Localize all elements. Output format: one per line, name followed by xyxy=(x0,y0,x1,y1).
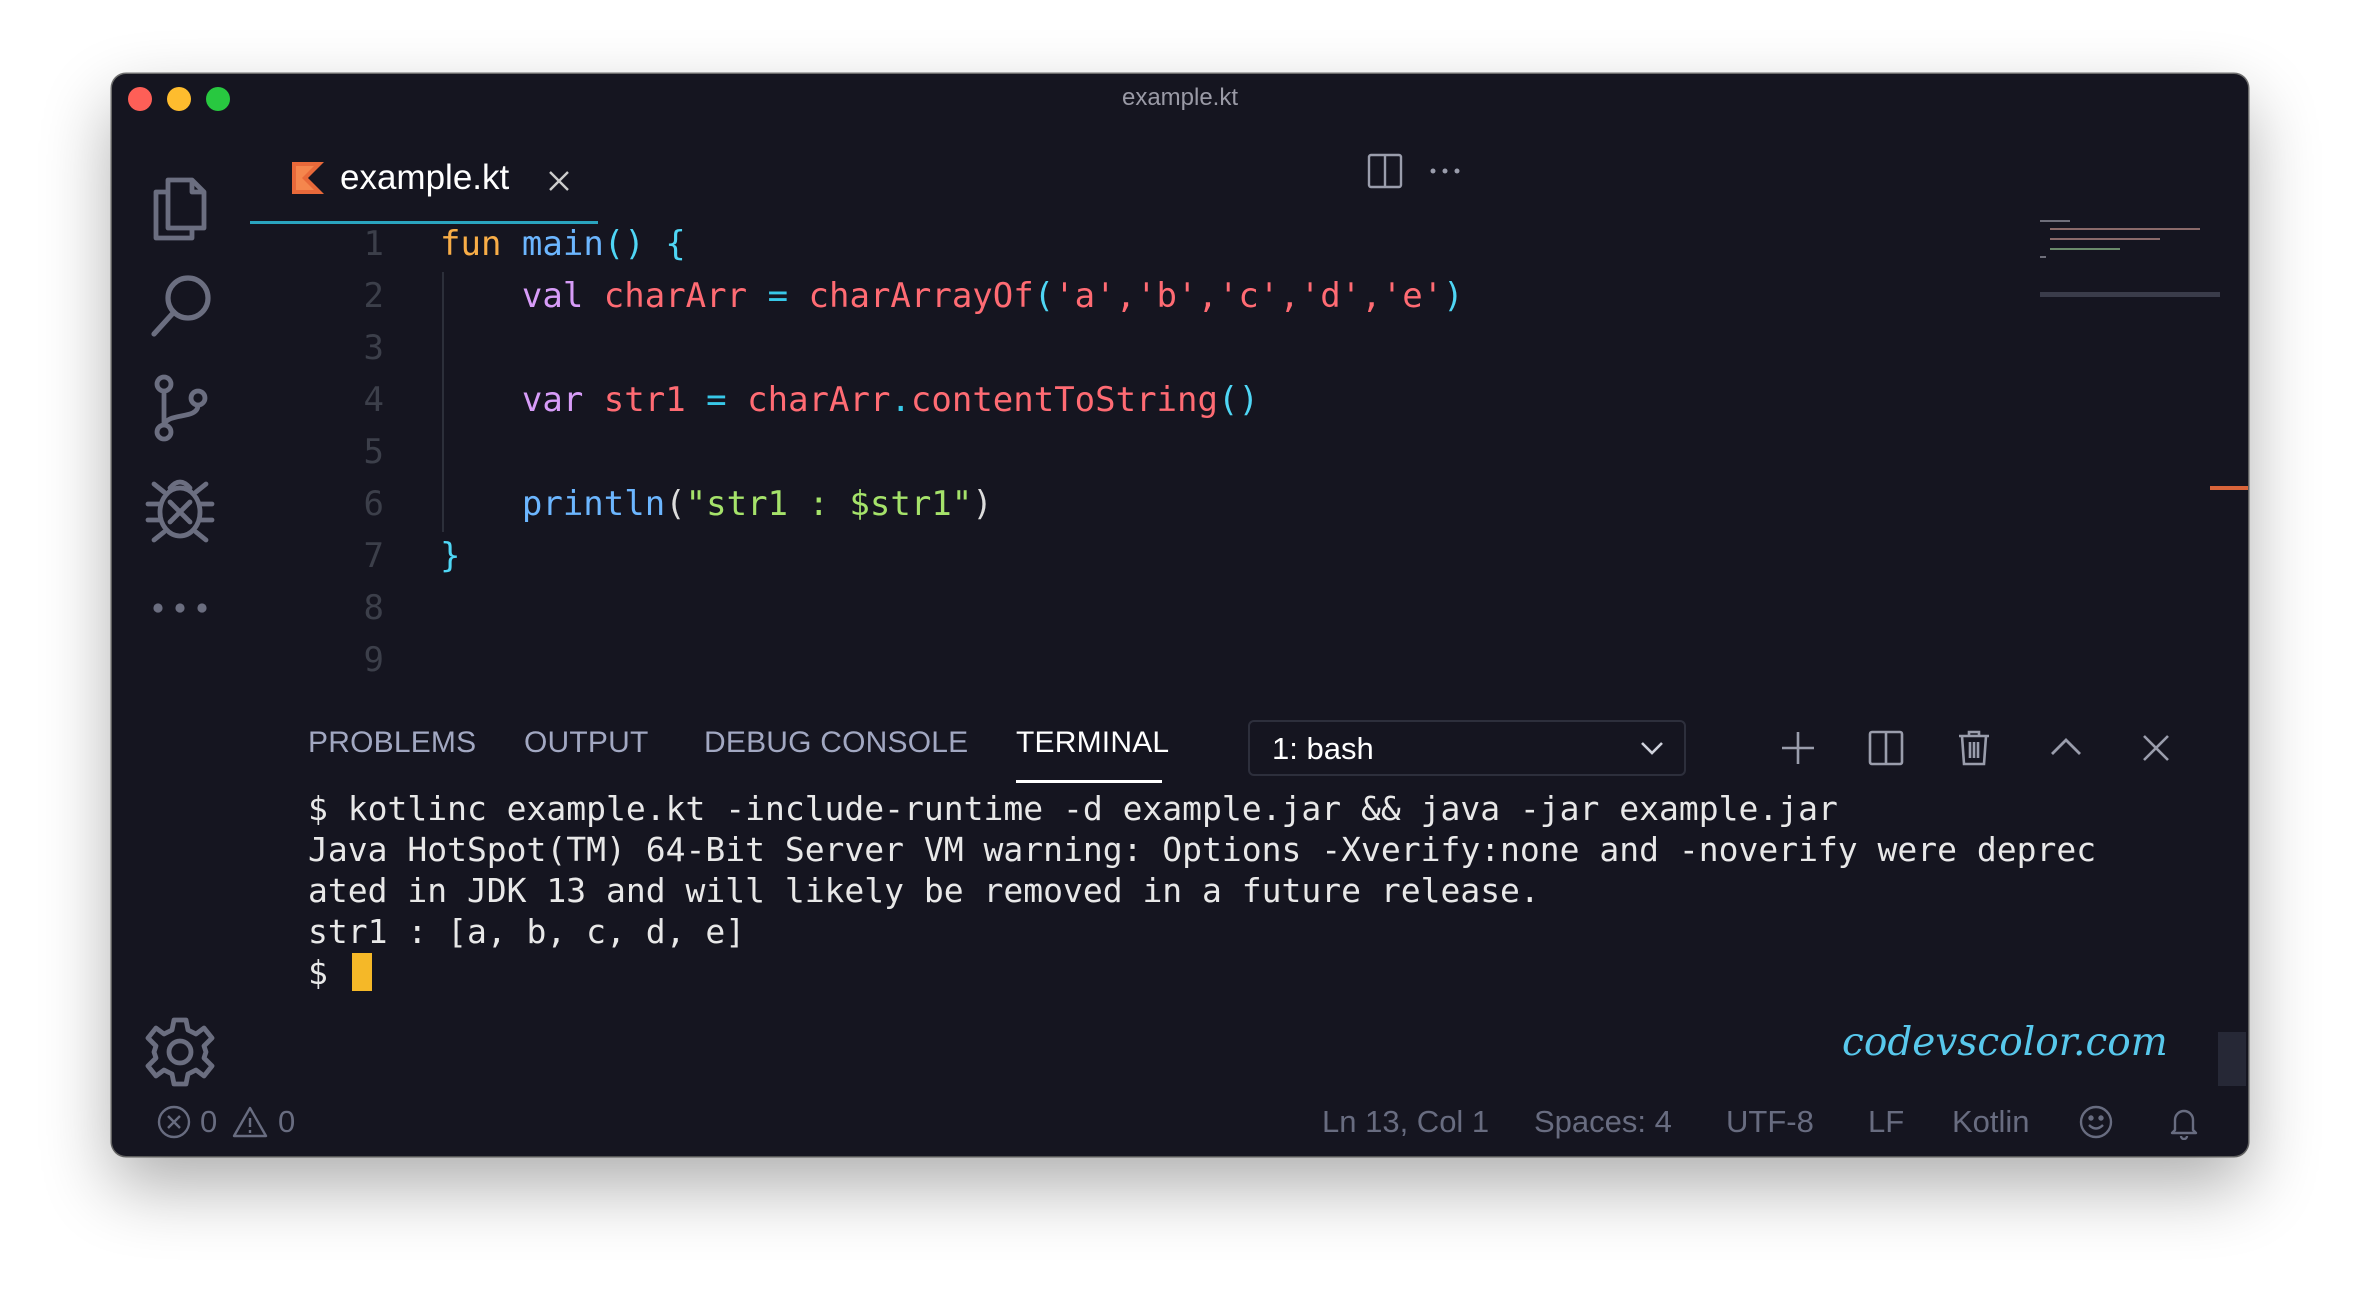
line-number: 9 xyxy=(363,640,384,680)
line-number: 6 xyxy=(363,484,384,524)
close-icon[interactable] xyxy=(544,166,574,196)
vscode-window: example.kt example.kt 1 2 3 4 5 6 7 8 9 … xyxy=(112,74,2248,1156)
line-number: 4 xyxy=(363,380,384,420)
split-terminal-icon[interactable] xyxy=(1862,724,1910,772)
terminal-cursor xyxy=(351,953,372,991)
search-icon[interactable] xyxy=(140,268,220,348)
token-receiver: charArr xyxy=(747,380,891,420)
minimap[interactable] xyxy=(2040,216,2220,276)
line-number: 8 xyxy=(363,588,384,628)
split-editor-icon[interactable] xyxy=(1362,148,1408,194)
token-parens: () xyxy=(1217,380,1259,420)
encoding[interactable]: UTF-8 xyxy=(1726,1104,1814,1140)
terminal-line: Java HotSpot(TM) 64-Bit Server VM warnin… xyxy=(308,830,2097,869)
tab-problems[interactable]: PROBLEMS xyxy=(308,726,476,760)
code-line-4: var str1 = charArr.contentToString() xyxy=(440,374,1464,426)
token-variable: charArr xyxy=(603,276,748,316)
terminal-select[interactable]: 1: bash xyxy=(1248,720,1686,776)
indentation[interactable]: Spaces: 4 xyxy=(1534,1104,1672,1140)
token-function: charArrayOf xyxy=(808,276,1034,316)
code-line-7: } xyxy=(440,530,1464,582)
terminal-scrollbar[interactable] xyxy=(2218,1032,2246,1086)
title-bar: example.kt xyxy=(112,74,2248,124)
tab-terminal[interactable]: TERMINAL xyxy=(1016,726,1169,760)
tab-debug-console[interactable]: DEBUG CONSOLE xyxy=(704,726,968,760)
activity-bar xyxy=(112,124,248,1156)
explorer-icon[interactable] xyxy=(140,168,220,248)
maximize-panel-icon[interactable] xyxy=(2042,724,2090,772)
kill-terminal-icon[interactable] xyxy=(1950,724,1998,772)
token-function: main xyxy=(521,224,604,264)
more-actions-icon[interactable] xyxy=(1422,148,1468,194)
minimap-slider[interactable] xyxy=(2040,292,2220,297)
token-function: println xyxy=(521,484,666,524)
line-number: 1 xyxy=(363,224,384,264)
token-string: "str1 : $str1" xyxy=(685,484,973,524)
code-line-6: println("str1 : $str1") xyxy=(440,478,1464,530)
line-number: 5 xyxy=(363,432,384,472)
terminal-line: str1 : [a, b, c, d, e] xyxy=(308,912,746,951)
terminal-output[interactable]: $ kotlinc example.kt -include-runtime -d… xyxy=(308,788,2188,993)
token-args: 'a','b','c','d','e' xyxy=(1054,276,1444,316)
more-icon[interactable] xyxy=(140,568,220,648)
code-line-1: fun main() { xyxy=(440,218,1464,270)
new-terminal-icon[interactable] xyxy=(1774,724,1822,772)
token-paren: ) xyxy=(1443,276,1464,316)
watermark: codevscolor.com xyxy=(1842,1020,2168,1065)
token-paren: ( xyxy=(1033,276,1055,316)
kotlin-file-icon xyxy=(292,162,324,194)
token-dot: . xyxy=(890,380,911,420)
line-number-gutter: 1 2 3 4 5 6 7 8 9 xyxy=(312,218,384,686)
active-tab-indicator xyxy=(1016,780,1162,783)
token-keyword: fun xyxy=(440,224,502,264)
close-panel-icon[interactable] xyxy=(2132,724,2180,772)
terminal-prompt: $ xyxy=(308,953,328,992)
terminal-select-value: 1: bash xyxy=(1272,731,1374,766)
language-mode[interactable]: Kotlin xyxy=(1952,1104,2030,1140)
line-number: 2 xyxy=(363,276,384,316)
line-ending[interactable]: LF xyxy=(1868,1104,1904,1140)
warning-icon[interactable] xyxy=(232,1104,268,1140)
notifications-bell-icon[interactable] xyxy=(2166,1104,2202,1140)
debug-icon[interactable] xyxy=(140,468,220,548)
settings-gear-icon[interactable] xyxy=(140,1012,220,1092)
terminal-line: $ kotlinc example.kt -include-runtime -d… xyxy=(308,789,1838,828)
token-paren: ) xyxy=(972,484,993,524)
cursor-position[interactable]: Ln 13, Col 1 xyxy=(1322,1104,1489,1140)
error-icon[interactable] xyxy=(156,1104,192,1140)
token-paren: ( xyxy=(665,484,686,524)
editor-tab-example-kt[interactable]: example.kt xyxy=(250,144,598,224)
error-count[interactable]: 0 xyxy=(200,1104,217,1140)
terminal-prompt-line: $ xyxy=(308,952,2188,993)
line-number: 3 xyxy=(363,328,384,368)
chevron-down-icon xyxy=(1641,742,1663,755)
code-editor[interactable]: fun main() { val charArr = charArrayOf('… xyxy=(440,218,1464,686)
token-variable: str1 xyxy=(603,380,686,420)
token-brace: } xyxy=(440,536,461,576)
tab-output[interactable]: OUTPUT xyxy=(524,726,649,760)
token-operator: = xyxy=(767,276,789,316)
token-parens: () xyxy=(603,224,645,264)
token-operator: = xyxy=(706,380,727,420)
overview-ruler-marker xyxy=(2210,486,2248,490)
token-function: contentToString xyxy=(910,380,1218,420)
feedback-smiley-icon[interactable] xyxy=(2078,1104,2114,1140)
status-bar: 0 0 Ln 13, Col 1 Spaces: 4 UTF-8 LF Kotl… xyxy=(112,1082,2248,1156)
source-control-icon[interactable] xyxy=(140,368,220,448)
line-number: 7 xyxy=(363,536,384,576)
terminal-line: ated in JDK 13 and will likely be remove… xyxy=(308,871,1540,910)
token-modifier: val xyxy=(521,276,584,316)
window-title: example.kt xyxy=(1121,84,1239,111)
tab-label: example.kt xyxy=(340,158,510,197)
token-brace: { xyxy=(665,224,686,264)
token-modifier: var xyxy=(521,380,584,420)
warning-count[interactable]: 0 xyxy=(278,1104,295,1140)
code-line-2: val charArr = charArrayOf('a','b','c','d… xyxy=(440,270,1464,322)
